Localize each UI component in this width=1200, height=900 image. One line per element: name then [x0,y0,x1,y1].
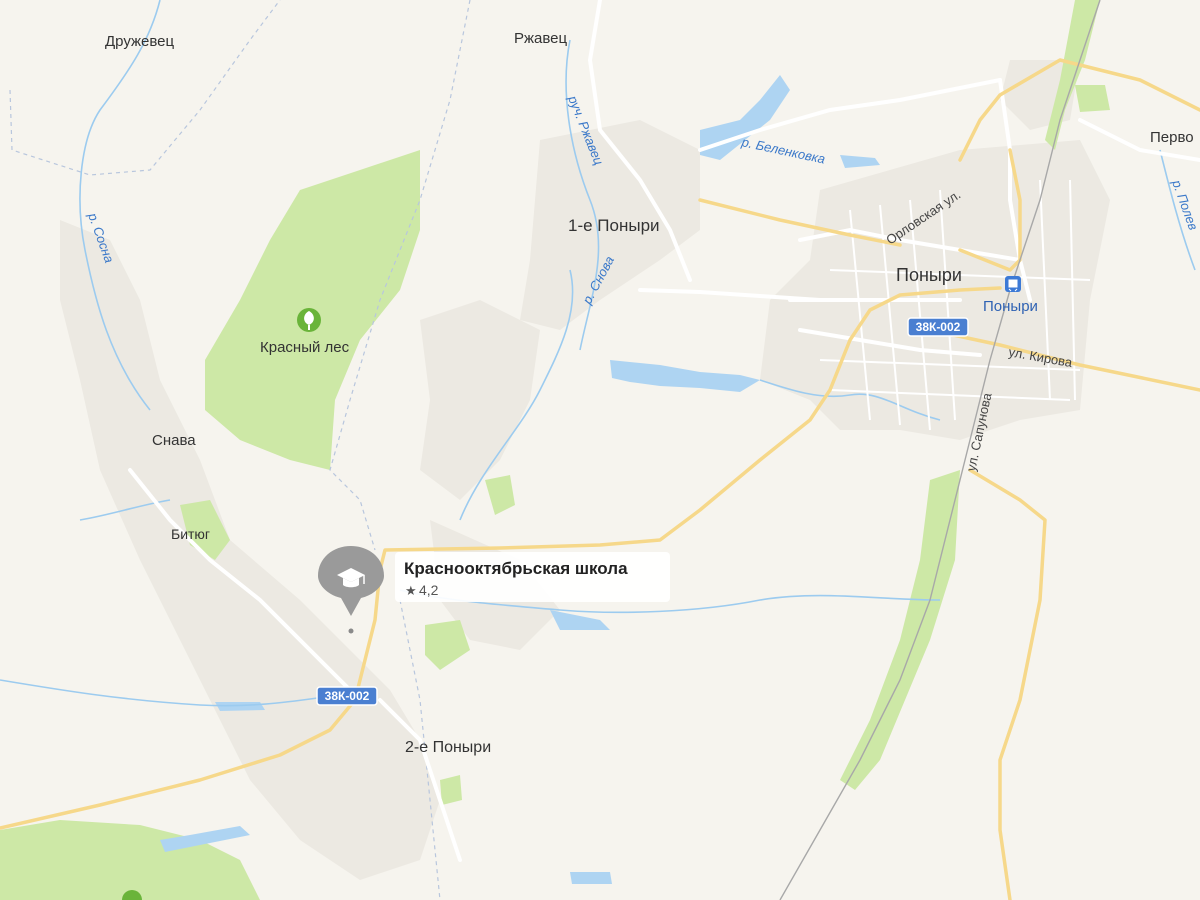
road-shield-north: 38К-002 [907,317,969,337]
place-ponyri-town-label: Поныри [896,265,962,285]
road-shield-north-text: 38К-002 [916,320,961,334]
pin-anchor-dot [348,628,354,634]
place-rzhavets-label: Ржавец [514,30,568,47]
road-shield-south: 38К-002 [316,686,378,706]
poi-school-name: Краснооктябрьская школа [404,559,628,578]
place-ponyri2-label: 2-е Поныри [405,739,491,756]
place-snava-label: Снава [152,432,196,449]
forest-krasny-les-label: Красный лес [260,339,350,356]
place-bityug-label: Битюг [171,526,210,542]
map-canvas[interactable]: Дружевец Ржавец Перво 1-е Поныри Поныри … [0,0,1200,900]
place-pervo-label: Перво [1150,129,1194,146]
poi-school-rating: 4,2 [419,582,439,598]
station-ponyri-label: Поныри [983,298,1038,315]
place-druzhevets-label: Дружевец [105,33,175,50]
road-shield-south-text: 38К-002 [325,689,370,703]
star-icon: ★ [405,583,417,598]
place-ponyri1-label: 1-е Поныри [568,216,660,235]
